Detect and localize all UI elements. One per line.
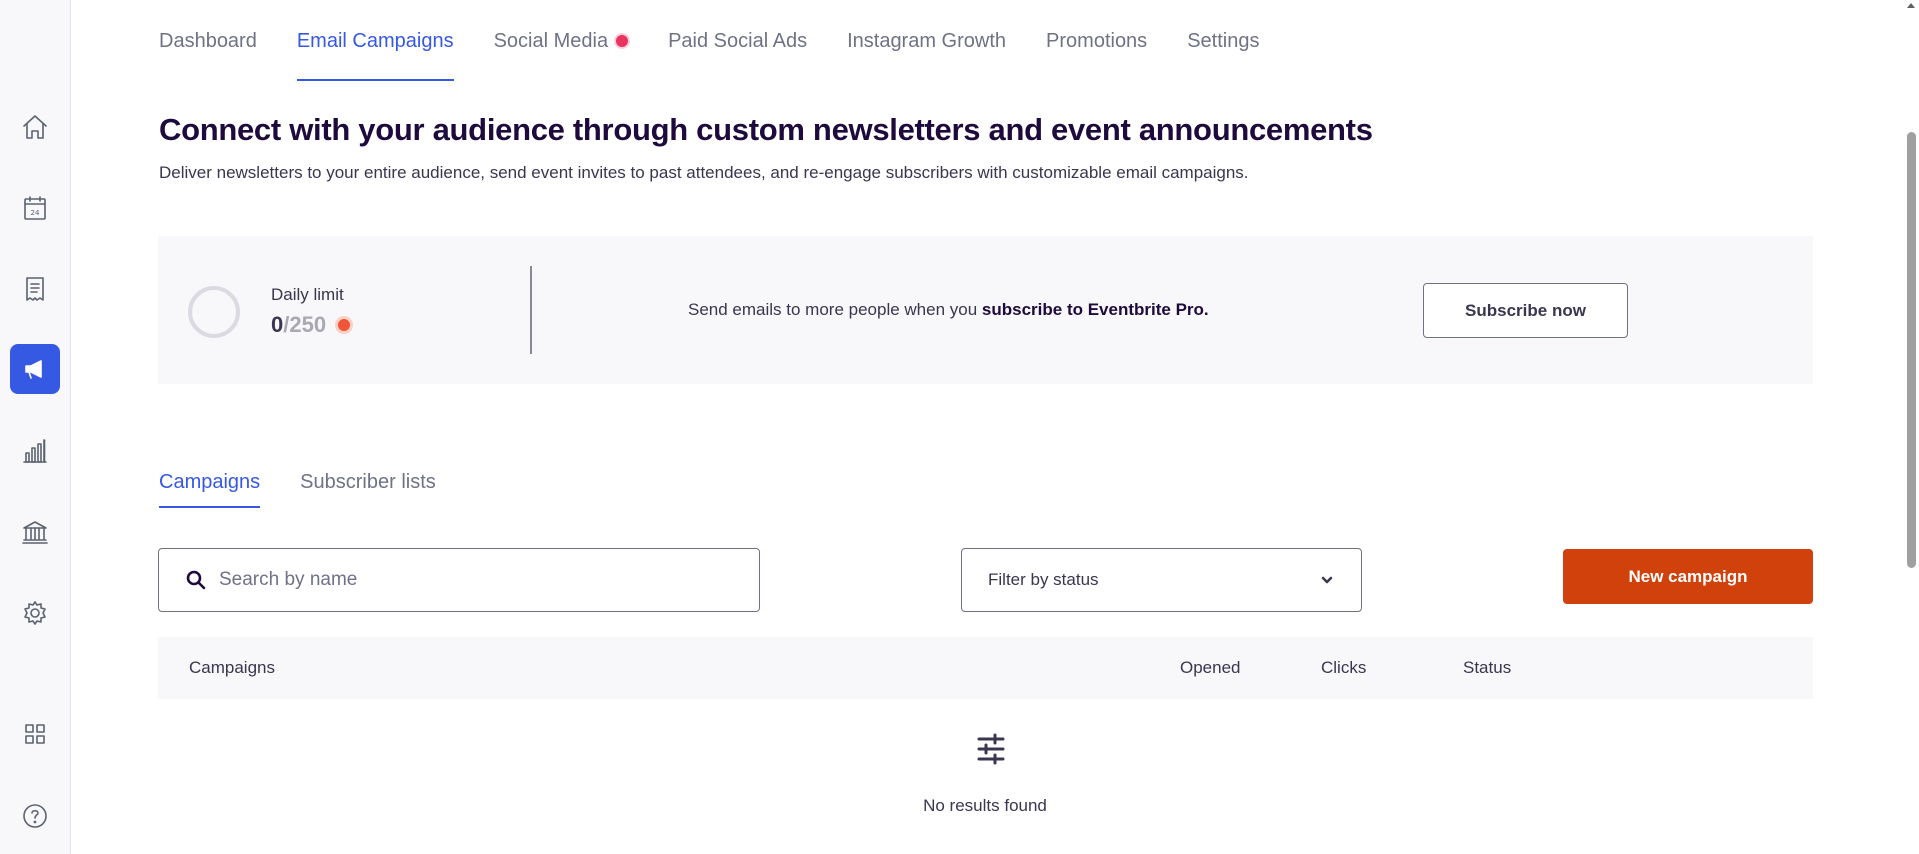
campaigns-table-header: Campaigns Opened Clicks Status: [158, 637, 1813, 699]
tab-campaigns[interactable]: Campaigns: [159, 456, 261, 508]
sidebar-item-apps[interactable]: [10, 709, 60, 759]
tab-label: Promotions: [1046, 29, 1148, 52]
tab-promotions[interactable]: Promotions: [1046, 0, 1147, 82]
tab-label: Campaigns: [159, 470, 261, 493]
status-filter-value: Filter by status: [988, 570, 1099, 589]
new-campaign-button[interactable]: New campaign: [1563, 549, 1813, 604]
tab-subscriber-lists[interactable]: Subscriber lists: [300, 456, 436, 508]
status-filter-select[interactable]: Filter by status: [961, 548, 1362, 612]
calendar-icon: 24: [24, 196, 46, 220]
sidebar-item-reports[interactable]: [10, 426, 60, 476]
megaphone-icon: [25, 360, 42, 379]
sidebar-item-home[interactable]: [10, 102, 60, 152]
page-title: Connect with your audience through custo…: [159, 112, 1373, 147]
tab-label: Instagram Growth: [847, 29, 1007, 52]
scroll-up-arrow[interactable]: [1907, 3, 1915, 8]
column-header-clicks[interactable]: Clicks: [1321, 637, 1366, 699]
left-sidebar: 24: [0, 0, 71, 854]
bar-chart-icon: [23, 439, 47, 463]
scrollbar-thumb[interactable]: [1907, 132, 1916, 568]
banner-divider: [530, 266, 532, 354]
tab-label: Email Campaigns: [296, 29, 454, 52]
limit-warning-dot: [338, 319, 351, 331]
search-icon: [186, 570, 206, 590]
column-header-opened[interactable]: Opened: [1180, 637, 1241, 699]
marketing-tabs: Dashboard Email Campaigns Social Media P…: [159, 0, 1299, 82]
sidebar-item-settings[interactable]: [10, 588, 60, 638]
daily-limit-banner: Daily limit 0/250 Send emails to more pe…: [158, 236, 1813, 384]
home-icon: [23, 115, 47, 139]
bank-icon: [22, 521, 48, 544]
sidebar-item-finance[interactable]: [10, 507, 60, 557]
subscribe-now-button[interactable]: Subscribe now: [1423, 283, 1628, 338]
receipt-icon: [26, 277, 44, 301]
tab-label: Settings: [1187, 29, 1260, 52]
empty-state-message: No results found: [923, 796, 1047, 815]
tab-social-media[interactable]: Social Media: [494, 0, 629, 82]
daily-limit-progress-ring: [188, 286, 240, 338]
sidebar-item-help[interactable]: [10, 791, 60, 841]
column-header-status[interactable]: Status: [1463, 637, 1511, 699]
help-icon: [23, 804, 47, 828]
apps-grid-icon: [25, 724, 45, 744]
tab-label: Subscriber lists: [300, 470, 436, 493]
tab-instagram-growth[interactable]: Instagram Growth: [847, 0, 1006, 82]
upsell-prefix: Send emails to more people when you: [688, 300, 982, 319]
gear-icon: [24, 601, 46, 625]
sidebar-item-calendar[interactable]: 24: [10, 183, 60, 233]
tab-label: Dashboard: [159, 29, 257, 52]
page-subtitle: Deliver newsletters to your entire audie…: [159, 163, 1249, 182]
daily-limit-value: 0/250: [271, 312, 351, 338]
filter-sliders-icon: [975, 733, 1007, 765]
sidebar-item-marketing[interactable]: [10, 344, 60, 394]
tab-label: Paid Social Ads: [668, 29, 808, 52]
search-input[interactable]: [219, 569, 739, 591]
sidebar-item-orders[interactable]: [10, 264, 60, 314]
email-sub-tabs: Campaigns Subscriber lists: [159, 456, 476, 508]
daily-limit-used: 0: [271, 312, 284, 337]
tab-email-campaigns[interactable]: Email Campaigns: [296, 0, 454, 82]
daily-limit-max: /250: [283, 312, 327, 337]
upsell-emphasis: subscribe to Eventbrite Pro.: [981, 300, 1209, 319]
notification-dot: [616, 35, 629, 47]
tab-dashboard[interactable]: Dashboard: [159, 0, 257, 82]
search-field[interactable]: [158, 548, 760, 612]
chevron-down-icon: [1321, 576, 1333, 584]
svg-text:24: 24: [31, 209, 40, 217]
pro-upsell-text: Send emails to more people when you subs…: [688, 300, 1209, 320]
tab-settings[interactable]: Settings: [1187, 0, 1259, 82]
column-header-campaigns[interactable]: Campaigns: [189, 637, 275, 699]
tab-label: Social Media: [493, 29, 609, 52]
daily-limit-label: Daily limit: [271, 285, 344, 304]
tab-paid-social-ads[interactable]: Paid Social Ads: [668, 0, 807, 82]
